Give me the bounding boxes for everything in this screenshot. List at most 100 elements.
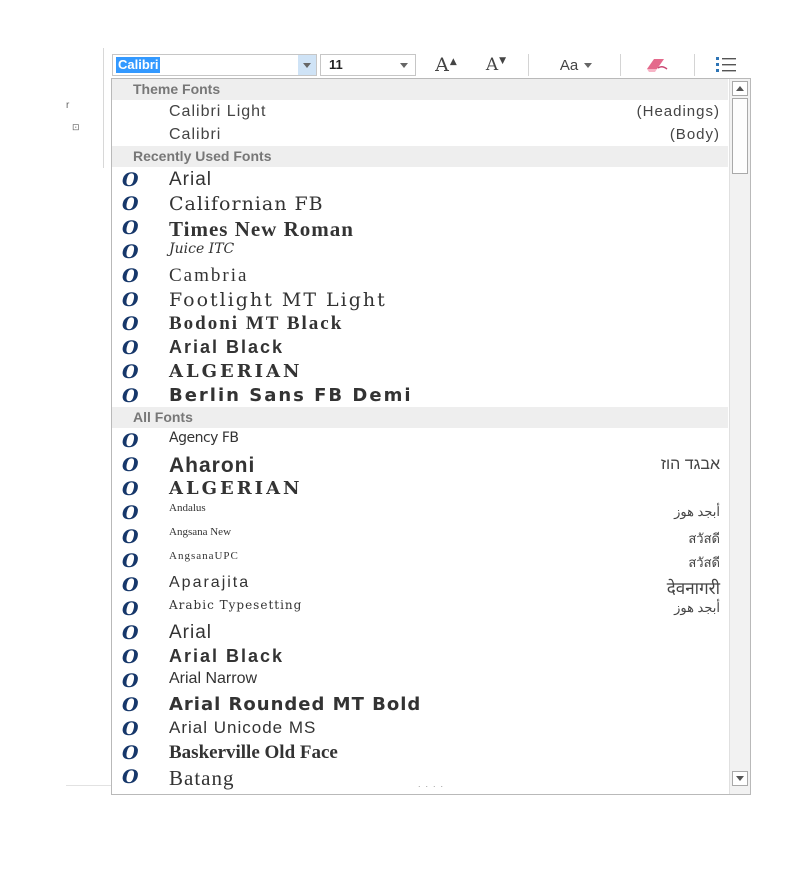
chevron-down-icon bbox=[584, 62, 593, 68]
font-item-label: Arial Unicode MS bbox=[169, 718, 317, 737]
opentype-font-icon: O bbox=[122, 313, 139, 335]
theme-fonts-header: Theme Fonts bbox=[112, 79, 728, 100]
opentype-font-icon: O bbox=[122, 478, 139, 500]
font-item-label: Arial Black bbox=[169, 337, 285, 357]
font-item-label: Aparajita bbox=[169, 574, 251, 591]
font-item-andalus[interactable]: O Andalus أبجد هوز bbox=[112, 500, 728, 524]
font-item-tag: (Body) bbox=[669, 126, 720, 143]
font-size-input[interactable]: 11 bbox=[329, 57, 343, 72]
opentype-font-icon: O bbox=[122, 550, 139, 572]
font-item-footlight-mt-light[interactable]: O Footlight MT Light bbox=[112, 287, 728, 311]
font-item-algerian[interactable]: O ALGERIAN bbox=[112, 359, 728, 383]
grow-font-button[interactable]: A▲ bbox=[430, 52, 462, 78]
font-item-aharoni[interactable]: O Aharoni אבגד הוז bbox=[112, 452, 728, 477]
font-item-californian-fb[interactable]: O Californian FB bbox=[112, 191, 728, 215]
opentype-font-icon: O bbox=[122, 718, 139, 740]
toolbar-separator bbox=[694, 54, 695, 76]
font-item-script-sample: أبجد هوز bbox=[674, 504, 720, 519]
scroll-up-button[interactable] bbox=[732, 81, 748, 96]
font-item-times-new-roman[interactable]: O Times New Roman bbox=[112, 215, 728, 241]
opentype-font-icon: O bbox=[122, 502, 139, 524]
font-item-algerian[interactable]: O ALGERIAN bbox=[112, 476, 728, 500]
font-item-label: Andalus bbox=[169, 502, 206, 514]
font-name-input[interactable]: Calibri bbox=[116, 57, 161, 73]
font-list-scrollbar[interactable] bbox=[729, 79, 750, 794]
theme-font-item-headings[interactable]: Calibri Light (Headings) bbox=[112, 100, 728, 123]
scroll-down-button[interactable] bbox=[732, 771, 748, 786]
clear-formatting-button[interactable] bbox=[638, 52, 676, 78]
font-item-label: Arial bbox=[169, 169, 213, 190]
font-item-label: ALGERIAN bbox=[169, 361, 303, 382]
font-item-arial[interactable]: O Arial bbox=[112, 167, 728, 191]
all-fonts-header: All Fonts bbox=[112, 407, 728, 428]
font-item-script-sample: אבגד הוז bbox=[660, 456, 720, 473]
font-item-arial-rounded-mt-bold[interactable]: O Arial Rounded MT Bold bbox=[112, 692, 728, 716]
font-name-combobox[interactable]: Calibri bbox=[112, 54, 317, 76]
font-item-arial-black[interactable]: O Arial Black bbox=[112, 335, 728, 359]
font-item-bodoni-mt-black[interactable]: O Bodoni MT Black bbox=[112, 311, 728, 335]
opentype-font-icon: O bbox=[122, 598, 139, 620]
font-item-label: Arabic Typesetting bbox=[169, 598, 303, 612]
change-case-icon: Aa bbox=[559, 56, 579, 74]
font-item-aparajita[interactable]: O Aparajita देवनागरी bbox=[112, 572, 728, 598]
opentype-font-icon: O bbox=[122, 646, 139, 668]
font-item-arial[interactable]: O Arial bbox=[112, 620, 728, 644]
font-item-arial-unicode-ms[interactable]: O Arial Unicode MS bbox=[112, 716, 728, 740]
theme-font-item-body[interactable]: Calibri (Body) bbox=[112, 123, 728, 146]
font-item-label: Aharoni bbox=[169, 454, 256, 477]
resize-grip-icon[interactable]: · · · · bbox=[418, 781, 445, 791]
all-fonts-list: O Agency FB O Aharoni אבגד הוז O ALGERIAN O Anda… bbox=[112, 428, 728, 790]
font-item-label: Berlin Sans FB Demi bbox=[169, 385, 413, 406]
font-item-arabic-typesetting[interactable]: O Arabic Typesetting أبجد هوز bbox=[112, 596, 728, 620]
scrollbar-thumb[interactable] bbox=[732, 98, 748, 174]
font-item-script-sample: สวัสดี bbox=[688, 531, 720, 546]
opentype-font-icon: O bbox=[122, 217, 139, 239]
font-item-label: Baskerville Old Face bbox=[169, 742, 338, 763]
opentype-font-icon: O bbox=[122, 574, 139, 596]
font-item-label: Cambria bbox=[169, 265, 249, 286]
font-item-berlin-sans-fb-demi[interactable]: O Berlin Sans FB Demi bbox=[112, 383, 728, 407]
font-item-label: Juice ITC bbox=[169, 241, 235, 257]
ribbon-divider bbox=[103, 48, 104, 168]
dialog-launcher-icon[interactable]: ⊡ bbox=[72, 122, 80, 133]
opentype-font-icon: O bbox=[122, 670, 139, 692]
opentype-font-icon: O bbox=[122, 430, 139, 452]
font-item-label: ALGERIAN bbox=[169, 478, 303, 499]
font-item-baskerville-old-face[interactable]: O Baskerville Old Face bbox=[112, 740, 728, 764]
font-item-label: Batang bbox=[169, 766, 235, 790]
shrink-font-icon: A▼ bbox=[485, 55, 507, 75]
arrow-up-icon bbox=[736, 86, 744, 91]
shrink-font-button[interactable]: A▼ bbox=[480, 52, 512, 78]
opentype-font-icon: O bbox=[122, 169, 139, 191]
font-item-label: Arial Narrow bbox=[169, 670, 258, 687]
opentype-font-icon: O bbox=[122, 385, 139, 407]
font-item-label: AngsanaUPC bbox=[169, 550, 239, 562]
font-item-label: Arial Rounded MT Bold bbox=[169, 694, 422, 715]
font-dropdown-panel: Theme Fonts Calibri Light (Headings) Cal… bbox=[111, 78, 751, 795]
font-item-arial-black[interactable]: O Arial Black bbox=[112, 644, 728, 668]
opentype-font-icon: O bbox=[122, 337, 139, 359]
font-item-label: Bodoni MT Black bbox=[169, 313, 344, 334]
font-size-dropdown-button[interactable] bbox=[395, 55, 413, 75]
opentype-font-icon: O bbox=[122, 766, 139, 788]
font-item-agency-fb[interactable]: O Agency FB bbox=[112, 428, 728, 452]
font-item-label: Arial bbox=[169, 622, 213, 643]
chevron-down-icon bbox=[303, 62, 311, 68]
font-item-script-sample: أبجد هوز bbox=[674, 600, 720, 615]
font-size-combobox[interactable]: 11 bbox=[320, 54, 416, 76]
font-item-juice-itc[interactable]: O Juice ITC bbox=[112, 239, 728, 263]
font-name-dropdown-button[interactable] bbox=[298, 55, 316, 75]
change-case-button[interactable]: Aa bbox=[545, 52, 607, 78]
ribbon-edge-mark: r bbox=[66, 100, 70, 111]
font-item-cambria[interactable]: O Cambria bbox=[112, 263, 728, 287]
opentype-font-icon: O bbox=[122, 193, 139, 215]
clear-formatting-icon bbox=[647, 59, 668, 72]
toolbar-separator bbox=[620, 54, 621, 76]
font-item-angsanaupc[interactable]: O AngsanaUPC สวัสดี bbox=[112, 548, 728, 572]
recent-fonts-header: Recently Used Fonts bbox=[112, 146, 728, 167]
bullets-button[interactable] bbox=[710, 52, 742, 78]
font-item-angsana-new[interactable]: O Angsana New สวัสดี bbox=[112, 524, 728, 548]
font-item-arial-narrow[interactable]: O Arial Narrow bbox=[112, 668, 728, 692]
opentype-font-icon: O bbox=[122, 361, 139, 383]
font-item-label: Footlight MT Light bbox=[169, 289, 387, 311]
